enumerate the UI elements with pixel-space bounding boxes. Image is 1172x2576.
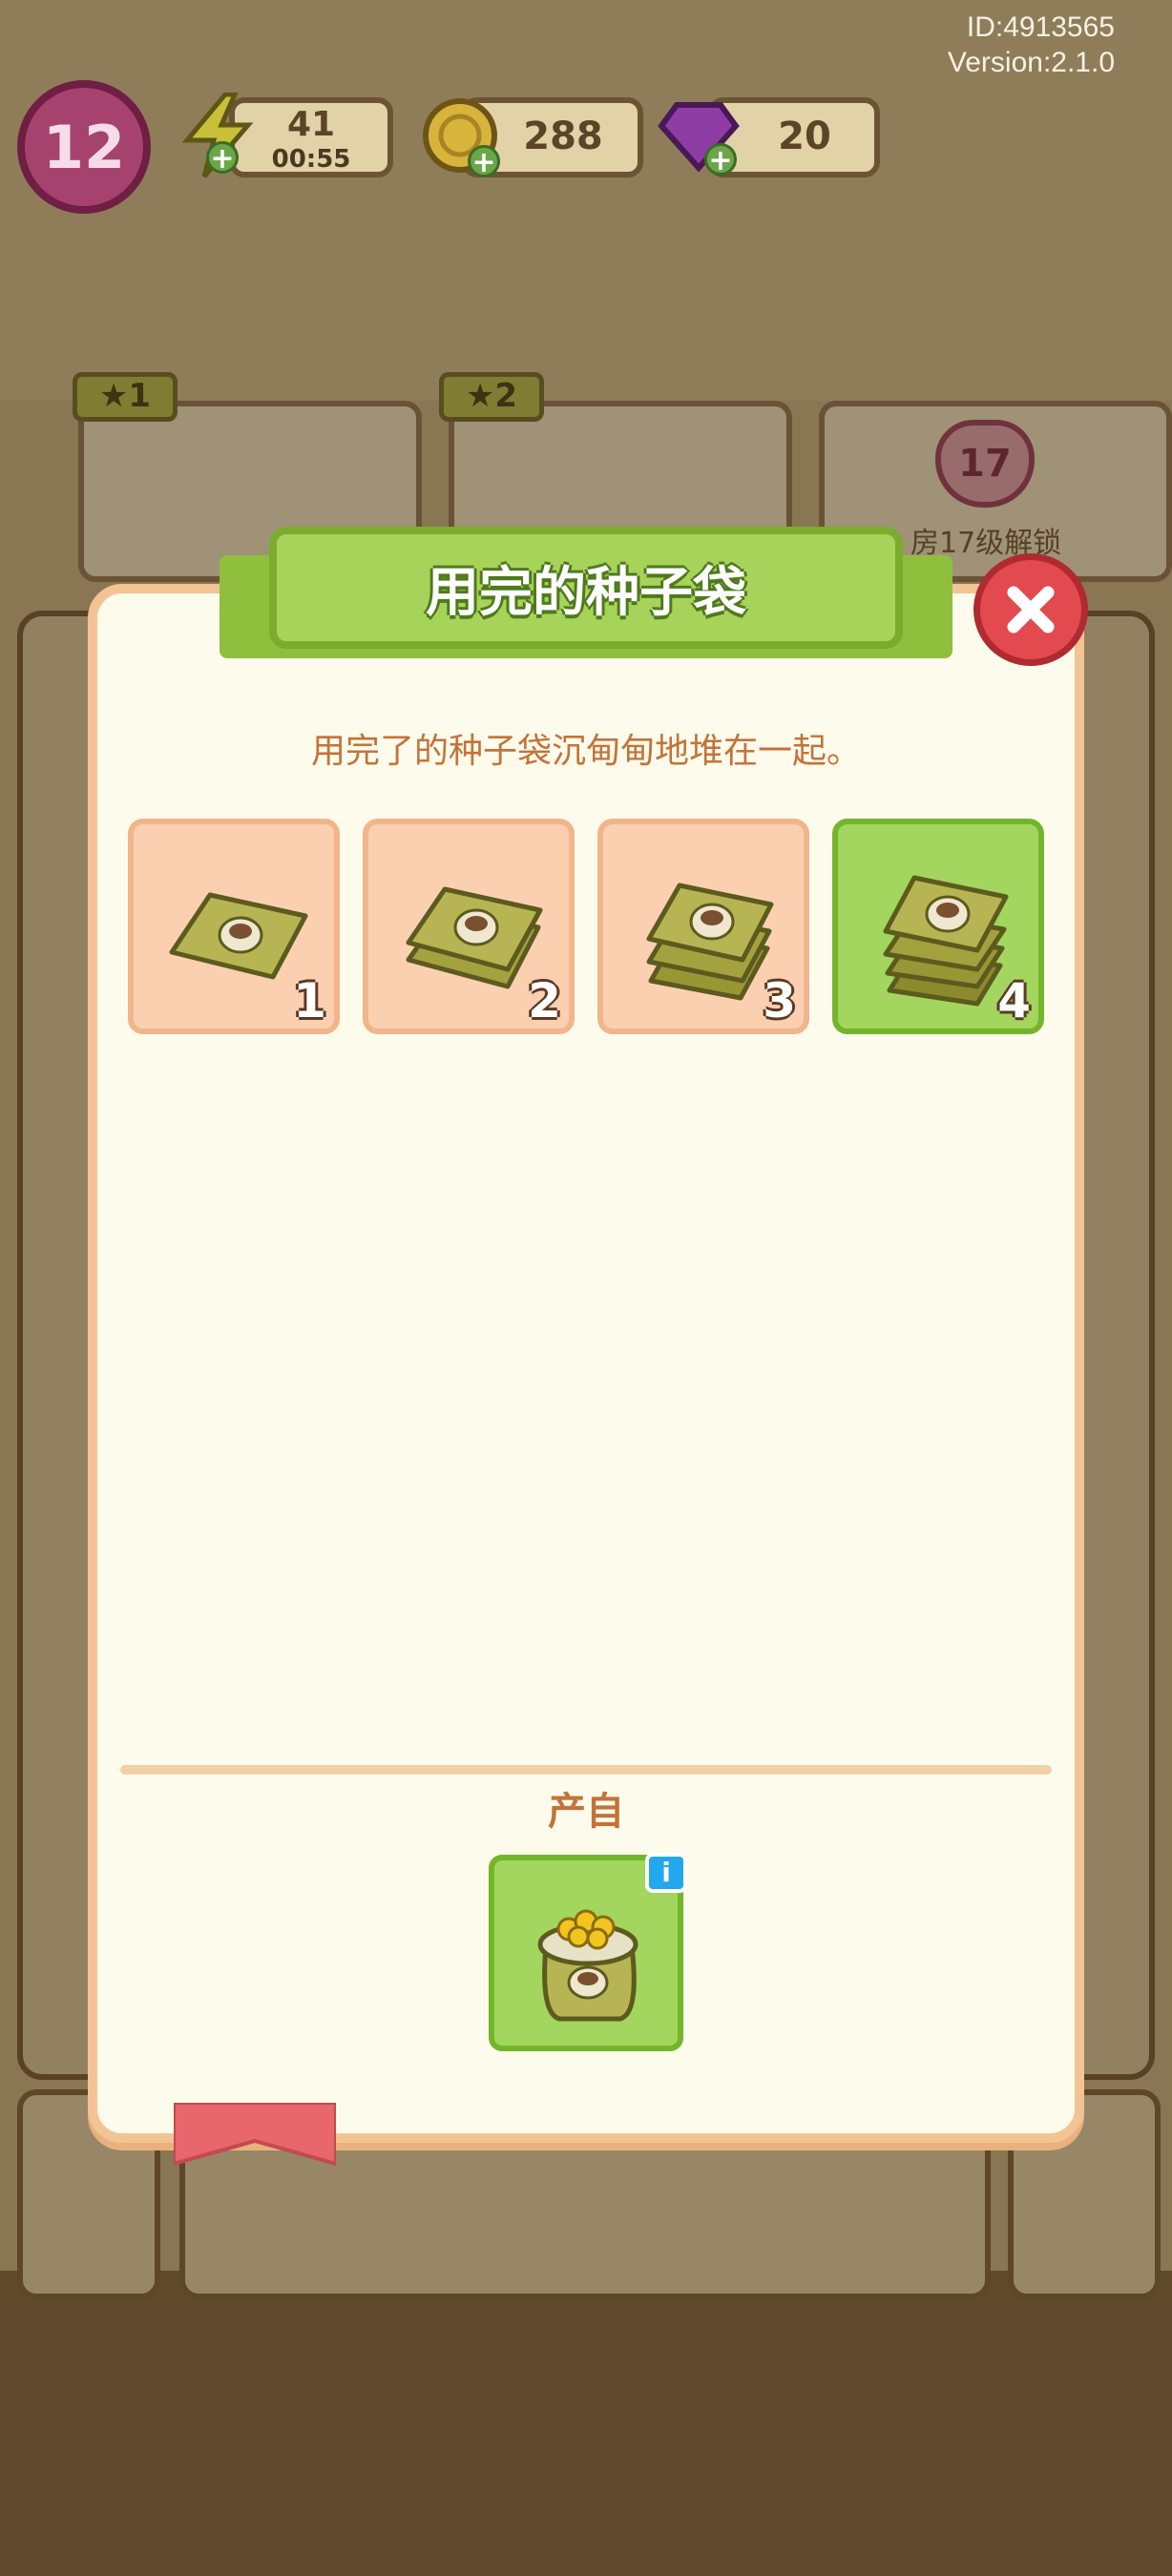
player-level: 12 xyxy=(42,112,126,182)
hud-build-info: ID:4913565 Version:2.1.0 xyxy=(948,10,1115,80)
source-heading: 产自 xyxy=(548,1790,624,1834)
stage-level-1: 1 xyxy=(293,973,326,1028)
evolution-chain: 1 2 3 4 xyxy=(128,819,1044,1034)
stage-level-3: 3 xyxy=(763,973,796,1028)
dialog-title: 用完的种子袋 xyxy=(426,561,746,624)
close-icon xyxy=(1007,586,1055,634)
coin-value: 288 xyxy=(523,114,603,158)
stage-level-2: 2 xyxy=(528,973,561,1028)
add-gems-button[interactable]: + xyxy=(704,143,737,177)
close-button[interactable] xyxy=(973,553,1088,666)
info-icon[interactable]: i xyxy=(645,1853,687,1893)
item-description: 用完了的种子袋沉甸甸地堆在一起。 xyxy=(310,732,861,771)
stage-card-3[interactable]: 3 xyxy=(597,819,809,1034)
full-seed-sack-icon xyxy=(537,1909,638,2022)
user-id: ID:4913565 xyxy=(966,11,1115,43)
title-banner: 用完的种子袋 xyxy=(269,527,903,649)
section-divider xyxy=(120,1765,1052,1775)
add-energy-button[interactable]: + xyxy=(206,141,239,175)
version-label: Version:2.1.0 xyxy=(947,47,1115,78)
stage-card-4-selected[interactable]: 4 xyxy=(832,819,1044,1034)
player-level-badge[interactable]: 12 xyxy=(17,80,151,214)
stage-card-1[interactable]: 1 xyxy=(128,819,340,1034)
bookmark-ribbon xyxy=(174,2103,336,2166)
stage-level-4: 4 xyxy=(997,973,1031,1028)
stage-card-2[interactable]: 2 xyxy=(363,819,575,1034)
gem-value: 20 xyxy=(778,114,831,158)
add-coins-button[interactable]: + xyxy=(468,145,500,178)
